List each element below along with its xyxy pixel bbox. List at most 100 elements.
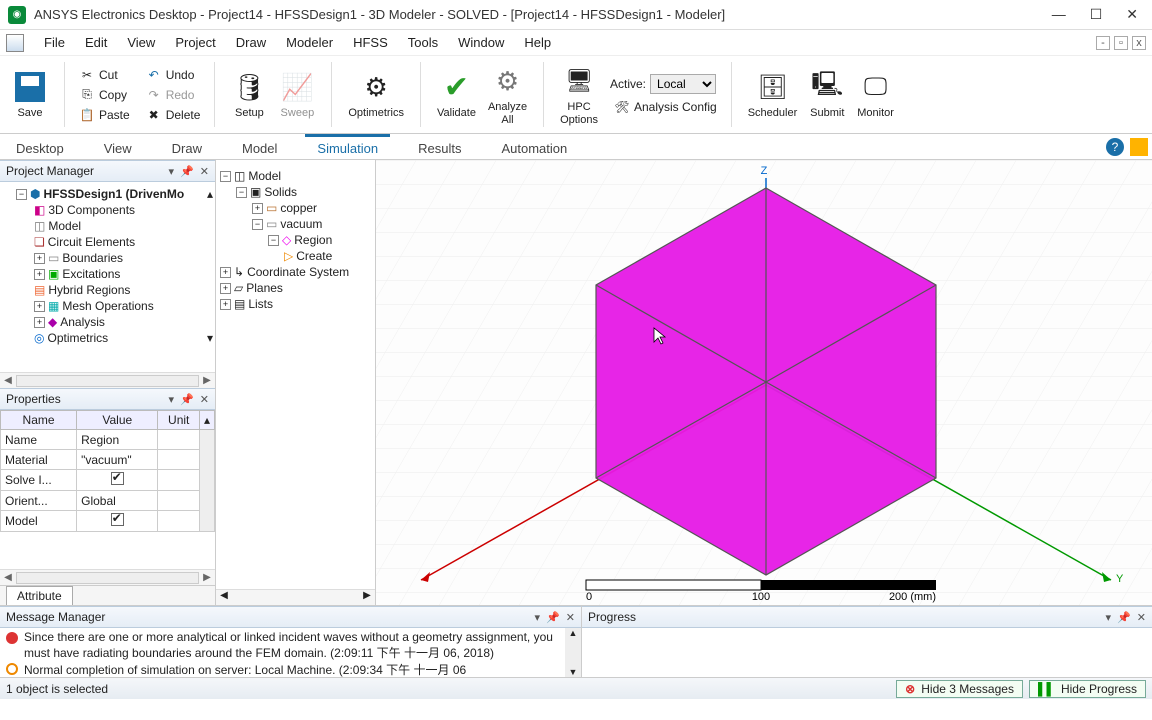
tab-simulation[interactable]: Simulation bbox=[305, 134, 390, 160]
close-panel-icon[interactable]: ✕ bbox=[200, 165, 209, 178]
menu-view[interactable]: View bbox=[119, 33, 163, 52]
active-label: Active: bbox=[610, 77, 646, 91]
properties-header: Properties ▾📌✕ bbox=[0, 388, 215, 410]
analysis-config-button[interactable]: 🛠Analysis Config bbox=[610, 98, 721, 116]
pin2-icon[interactable]: 📌 bbox=[1117, 611, 1131, 624]
scale-2: 200 (mm) bbox=[889, 591, 936, 603]
progress-header: Progress ▾📌✕ bbox=[582, 606, 1152, 628]
redo-icon: ↷ bbox=[146, 87, 162, 103]
help-icon[interactable]: ? bbox=[1106, 138, 1124, 156]
menu-edit[interactable]: Edit bbox=[77, 33, 115, 52]
menu-window[interactable]: Window bbox=[450, 33, 512, 52]
menu-modeler[interactable]: Modeler bbox=[278, 33, 341, 52]
copy-button[interactable]: ⎘Copy bbox=[75, 86, 134, 104]
maximize-button[interactable]: ☐ bbox=[1090, 6, 1103, 23]
progress-body bbox=[582, 628, 1152, 677]
save-button[interactable]: Save bbox=[6, 67, 54, 121]
close-panel-icon[interactable]: ✕ bbox=[1137, 611, 1146, 624]
app-icon: ◉ bbox=[8, 6, 26, 24]
pin-icon[interactable]: ▾ bbox=[535, 611, 541, 624]
z-axis-label: Z bbox=[761, 165, 768, 177]
expand-icon[interactable]: + bbox=[34, 317, 45, 328]
delete-button[interactable]: ✖Delete bbox=[142, 106, 205, 124]
expand-icon[interactable]: + bbox=[34, 301, 45, 312]
close-button[interactable]: ✕ bbox=[1126, 6, 1138, 23]
status-selection: 1 object is selected bbox=[6, 682, 108, 696]
info-icon bbox=[6, 663, 18, 675]
tab-draw[interactable]: Draw bbox=[160, 134, 214, 160]
expand-icon[interactable]: + bbox=[34, 269, 45, 280]
3d-viewport[interactable]: Y Z 0 100 200 (mm) bbox=[376, 160, 1152, 605]
project-manager-tree[interactable]: −⬢HFSSDesign1 (DrivenMo▴ ◧3D Components … bbox=[0, 182, 215, 372]
scrollbar-horizontal[interactable]: ◀▶ bbox=[216, 589, 375, 605]
table-row: Orient...Global bbox=[1, 491, 215, 511]
hpc-options-button[interactable]: 🖥HPC Options bbox=[554, 61, 604, 127]
pin2-icon[interactable]: 📌 bbox=[180, 393, 194, 406]
tab-model[interactable]: Model bbox=[230, 134, 289, 160]
project-manager-header: Project Manager ▾📌✕ bbox=[0, 160, 215, 182]
menu-draw[interactable]: Draw bbox=[228, 33, 274, 52]
tab-desktop[interactable]: Desktop bbox=[4, 134, 76, 160]
scrollbar-vertical[interactable]: ▲▼ bbox=[565, 628, 581, 677]
pin-icon[interactable]: ▾ bbox=[169, 393, 175, 406]
checkbox-icon bbox=[111, 472, 124, 485]
redo-button[interactable]: ↷Redo bbox=[142, 86, 205, 104]
close-panel-icon[interactable]: ✕ bbox=[566, 611, 575, 624]
expand-icon[interactable]: − bbox=[16, 189, 27, 200]
submit-button[interactable]: 🖳Submit bbox=[803, 67, 851, 121]
scrollbar-horizontal[interactable]: ◀▶ bbox=[0, 569, 215, 585]
cut-button[interactable]: ✂Cut bbox=[75, 66, 134, 84]
attribute-tab[interactable]: Attribute bbox=[6, 586, 73, 606]
setup-button[interactable]: 🛢Setup bbox=[225, 67, 273, 121]
monitor-button[interactable]: 🖵Monitor bbox=[851, 67, 900, 121]
sweep-button[interactable]: 📈Sweep bbox=[273, 67, 321, 121]
tab-view[interactable]: View bbox=[92, 134, 144, 160]
menu-project[interactable]: Project bbox=[167, 33, 223, 52]
tab-automation[interactable]: Automation bbox=[489, 134, 579, 160]
pin2-icon[interactable]: 📌 bbox=[546, 611, 560, 624]
menu-file[interactable]: File bbox=[36, 33, 73, 52]
paste-icon: 📋 bbox=[79, 107, 95, 123]
model-tree[interactable]: −◫Model −▣Solids +▭copper −▭vacuum −◇Reg… bbox=[216, 160, 375, 589]
setup-icon: 🛢 bbox=[231, 69, 267, 105]
menu-help[interactable]: Help bbox=[516, 33, 559, 52]
tab-results[interactable]: Results bbox=[406, 134, 473, 160]
pin-icon[interactable]: ▾ bbox=[1106, 611, 1112, 624]
minimize-button[interactable]: — bbox=[1052, 6, 1066, 23]
undo-button[interactable]: ↶Undo bbox=[142, 66, 205, 84]
error-icon bbox=[6, 632, 18, 644]
optimetrics-icon: ⚙ bbox=[358, 69, 394, 105]
checkbox-icon bbox=[111, 513, 124, 526]
mdi-restore-button[interactable]: ▫ bbox=[1114, 36, 1128, 50]
close-panel-icon[interactable]: ✕ bbox=[200, 393, 209, 406]
analyze-all-button[interactable]: ⚙Analyze All bbox=[482, 61, 533, 127]
ribbon: Save ✂Cut ⎘Copy 📋Paste ↶Undo ↷Redo ✖Dele… bbox=[0, 56, 1152, 134]
window-title: ANSYS Electronics Desktop - Project14 - … bbox=[34, 7, 1052, 22]
menu-tools[interactable]: Tools bbox=[400, 33, 446, 52]
pin-icon[interactable]: ▾ bbox=[169, 165, 175, 178]
ribbon-tabs: Desktop View Draw Model Simulation Resul… bbox=[0, 134, 1152, 160]
copy-icon: ⎘ bbox=[79, 87, 95, 103]
table-row: Material"vacuum" bbox=[1, 450, 215, 470]
undo-icon: ↶ bbox=[146, 67, 162, 83]
properties-table[interactable]: NameValueUnit▴ NameRegion Material"vacuu… bbox=[0, 410, 215, 532]
table-row: Model bbox=[1, 511, 215, 532]
scrollbar-horizontal[interactable]: ◀▶ bbox=[0, 372, 215, 388]
menubar: File Edit View Project Draw Modeler HFSS… bbox=[0, 30, 1152, 56]
pin2-icon[interactable]: 📌 bbox=[180, 165, 194, 178]
scheduler-button[interactable]: 🗄Scheduler bbox=[742, 67, 804, 121]
hide-progress-button[interactable]: ▌▌Hide Progress bbox=[1029, 680, 1146, 698]
mdi-close-button[interactable]: x bbox=[1132, 36, 1146, 50]
expand-icon[interactable]: + bbox=[34, 253, 45, 264]
hide-messages-button[interactable]: ⊗Hide 3 Messages bbox=[896, 680, 1023, 698]
progress-badge-icon: ▌▌ bbox=[1038, 682, 1055, 696]
menu-hfss[interactable]: HFSS bbox=[345, 33, 396, 52]
paste-button[interactable]: 📋Paste bbox=[75, 106, 134, 124]
optimetrics-button[interactable]: ⚙Optimetrics bbox=[342, 67, 410, 121]
table-row: Solve I... bbox=[1, 470, 215, 491]
mdi-minimize-button[interactable]: - bbox=[1096, 36, 1110, 50]
message-list[interactable]: Since there are one or more analytical o… bbox=[0, 628, 581, 677]
active-dropdown[interactable]: Local bbox=[650, 74, 716, 94]
validate-button[interactable]: ✔Validate bbox=[431, 67, 482, 121]
ansys-logo-icon bbox=[1130, 138, 1148, 156]
